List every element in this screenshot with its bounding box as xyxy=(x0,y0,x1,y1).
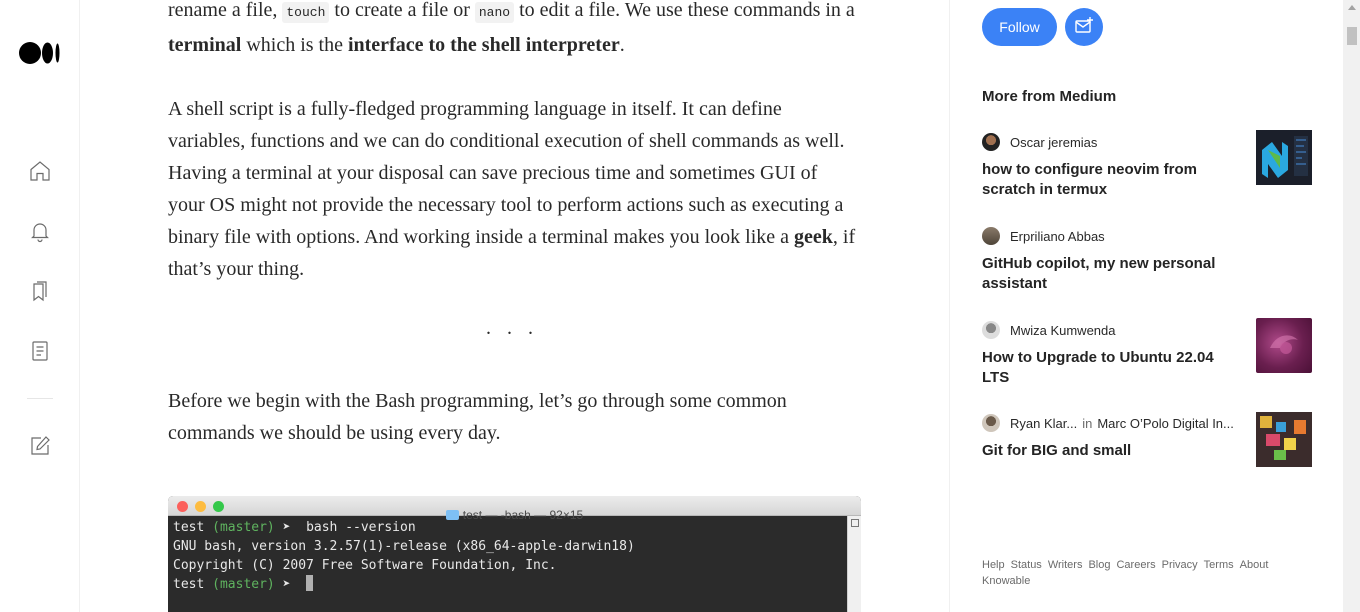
avatar xyxy=(982,321,1000,339)
bell-icon[interactable] xyxy=(28,219,52,243)
footer-link-blog[interactable]: Blog xyxy=(1088,559,1110,571)
bold-term-geek: geek xyxy=(794,226,833,248)
terminal-text: test xyxy=(173,520,213,535)
avatar xyxy=(982,227,1000,245)
paragraph-text: rename a file, xyxy=(168,0,283,21)
story-card[interactable]: Erpriliano Abbas GitHub copilot, my new … xyxy=(982,226,1312,294)
ubuntu-wallpaper-icon xyxy=(1270,335,1298,354)
terminal-titlebar: test — -bash — 92×15 xyxy=(168,496,861,522)
story-thumbnail[interactable] xyxy=(1256,412,1312,467)
terminal-line: GNU bash, version 3.2.57(1)-release (x86… xyxy=(173,539,635,554)
footer-link-help[interactable]: Help xyxy=(982,559,1005,571)
terminal-output: test (master) ➤ bash --version GNU bash,… xyxy=(173,518,635,594)
left-nav xyxy=(0,0,80,612)
footer-link-writers[interactable]: Writers xyxy=(1048,559,1083,571)
subscribe-email-button[interactable] xyxy=(1065,8,1103,46)
avatar xyxy=(982,133,1000,151)
bookmarks-icon[interactable] xyxy=(28,279,52,303)
inline-code-nano: nano xyxy=(474,2,515,23)
email-subscribe-icon xyxy=(1075,16,1093,33)
paragraph-text: which is the xyxy=(241,34,348,56)
terminal-scrollbar xyxy=(847,516,861,612)
author-name: Oscar jeremias xyxy=(1010,134,1098,150)
terminal-cursor xyxy=(306,575,314,591)
page-scrollbar[interactable] xyxy=(1343,0,1360,612)
avatar xyxy=(982,414,1000,432)
terminal-text: test xyxy=(173,577,213,592)
section-separator: ... xyxy=(486,317,549,339)
terminal-branch: (master) xyxy=(212,577,275,592)
right-sidebar: Follow More from Medium Oscar jeremias h… xyxy=(949,0,1342,612)
story-card[interactable]: Oscar jeremias how to configure neovim f… xyxy=(982,130,1312,200)
footer-link-privacy[interactable]: Privacy xyxy=(1162,559,1198,571)
in-label: in xyxy=(1082,415,1093,431)
paragraph-text: A shell script is a fully-fledged progra… xyxy=(168,98,845,248)
home-icon[interactable] xyxy=(28,159,52,183)
nav-divider xyxy=(27,398,53,399)
write-icon[interactable] xyxy=(28,434,52,458)
colorful-letters-icon xyxy=(1256,412,1312,467)
terminal-prompt: ➤ xyxy=(274,577,307,592)
more-from-medium-heading: More from Medium xyxy=(982,88,1117,105)
stories-icon[interactable] xyxy=(28,339,52,363)
story-card[interactable]: Ryan Klar... in Marc O’Polo Digital In..… xyxy=(982,412,1312,467)
publication-name[interactable]: Marc O’Polo Digital In... xyxy=(1097,416,1234,431)
author-name: Ryan Klar... xyxy=(1010,415,1078,431)
paragraph-text: . xyxy=(619,34,625,56)
footer-link-about[interactable]: About xyxy=(1240,559,1269,571)
story-title[interactable]: How to Upgrade to Ubuntu 22.04 LTS xyxy=(982,348,1232,388)
paragraph-intro-bash: Before we begin with the Bash programmin… xyxy=(168,390,787,444)
terminal-branch: (master) xyxy=(212,520,275,535)
follow-button[interactable]: Follow xyxy=(982,8,1057,46)
terminal-screenshot: test — -bash — 92×15 test (master) ➤ bas… xyxy=(168,496,861,612)
bold-term-terminal: terminal xyxy=(168,34,242,56)
paragraph-commands: rename a file, touch to create a file or… xyxy=(168,0,858,61)
terminal-line: Copyright (C) 2007 Free Software Foundat… xyxy=(173,558,557,573)
story-thumbnail[interactable] xyxy=(1256,318,1312,373)
inline-code-touch: touch xyxy=(282,2,330,23)
story-card[interactable]: Mwiza Kumwenda How to Upgrade to Ubuntu … xyxy=(982,318,1312,388)
footer-link-status[interactable]: Status xyxy=(1011,559,1042,571)
story-author[interactable]: Erpriliano Abbas xyxy=(982,226,1312,246)
scroll-up-arrow-icon[interactable] xyxy=(1348,5,1356,10)
story-title[interactable]: GitHub copilot, my new personal assistan… xyxy=(982,254,1232,294)
paragraph-text: to create a file or xyxy=(329,0,475,21)
bold-term-interface: interface to the shell interpreter xyxy=(347,34,620,56)
footer-link-knowable[interactable]: Knowable xyxy=(982,575,1030,587)
author-name: Erpriliano Abbas xyxy=(1010,228,1105,244)
paragraph-shell-script: A shell script is a fully-fledged progra… xyxy=(168,93,858,285)
footer-link-terms[interactable]: Terms xyxy=(1204,559,1234,571)
story-title[interactable]: how to configure neovim from scratch in … xyxy=(982,160,1232,200)
footer-links: Help Status Writers Blog Careers Privacy Terms… xyxy=(982,557,1292,589)
paragraph-text: to edit a file. We use these commands in… xyxy=(514,0,855,21)
scrollbar-thumb[interactable] xyxy=(1347,27,1357,45)
author-name: Mwiza Kumwenda xyxy=(1010,322,1116,338)
neovim-logo-icon xyxy=(1256,130,1312,185)
story-title[interactable]: Git for BIG and small xyxy=(982,441,1232,461)
footer-link-careers[interactable]: Careers xyxy=(1116,559,1155,571)
medium-logo-icon[interactable] xyxy=(19,41,61,65)
story-thumbnail[interactable] xyxy=(1256,130,1312,185)
terminal-command: ➤ bash --version xyxy=(274,520,416,535)
